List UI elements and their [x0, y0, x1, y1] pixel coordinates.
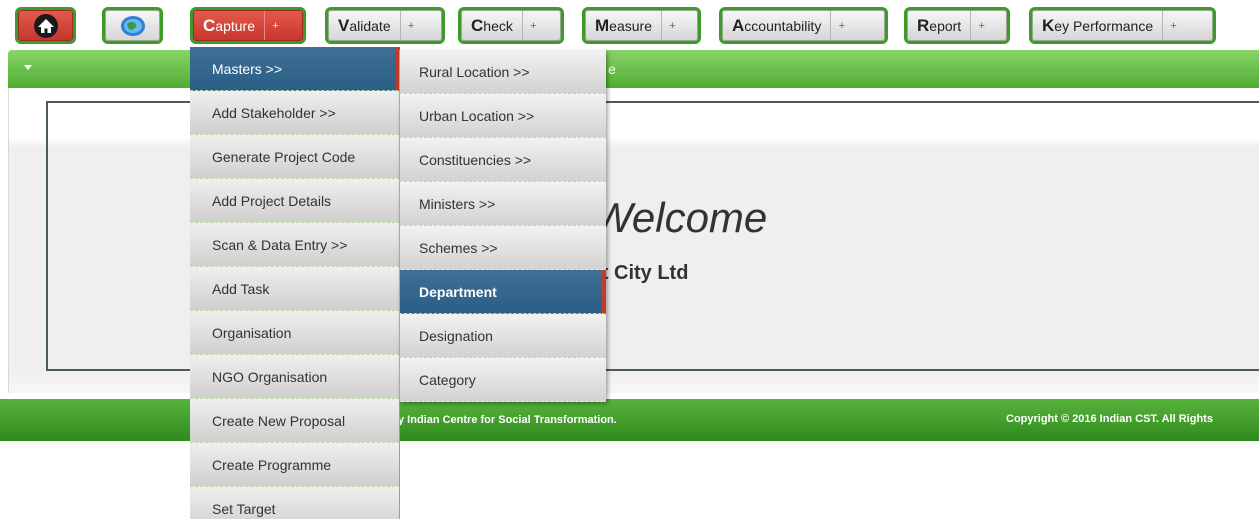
- menu-item-organisation[interactable]: Organisation: [190, 311, 400, 355]
- submenu-item-category[interactable]: Category: [399, 358, 606, 402]
- home-icon: [33, 13, 58, 38]
- nav-check-initial: C: [471, 15, 484, 35]
- nav-report-label: eport: [929, 17, 962, 34]
- welcome-title: Welcome: [593, 194, 768, 241]
- home-button[interactable]: [18, 10, 73, 41]
- nav-accountability-expand[interactable]: +: [830, 11, 852, 40]
- nav-capture-initial: C: [203, 15, 216, 35]
- menu-item-create-programme[interactable]: Create Programme: [190, 443, 400, 487]
- submenu-item-rural-location[interactable]: Rural Location >>: [399, 50, 606, 94]
- breadcrumb-text: e: [608, 61, 616, 77]
- nav-validate[interactable]: Validate +: [328, 10, 442, 41]
- menu-item-add-stakeholder[interactable]: Add Stakeholder >>: [190, 91, 400, 135]
- menu-item-ngo-organisation[interactable]: NGO Organisation: [190, 355, 400, 399]
- submenu-item-department[interactable]: Department: [399, 270, 606, 314]
- masters-submenu: Rural Location >> Urban Location >> Cons…: [399, 50, 606, 402]
- nav-measure-label: easure: [609, 17, 652, 34]
- nav-key-performance-initial: K: [1042, 15, 1055, 35]
- nav-check[interactable]: Check +: [461, 10, 561, 41]
- menu-item-create-new-proposal[interactable]: Create New Proposal: [190, 399, 400, 443]
- nav-check-label: heck: [483, 17, 513, 34]
- top-navigation: Capture + Validate + Check + Measure + A…: [0, 0, 1259, 50]
- capture-dropdown: Masters >> Add Stakeholder >> Generate P…: [190, 47, 400, 519]
- footer-copyright: Copyright © 2016 Indian CST. All Rights: [1006, 413, 1213, 425]
- menu-item-generate-project-code[interactable]: Generate Project Code: [190, 135, 400, 179]
- nav-key-performance-expand[interactable]: +: [1162, 11, 1184, 40]
- company-name: rt City Ltd: [594, 262, 689, 284]
- footer-credit: y Indian Centre for Social Transformatio…: [398, 414, 617, 426]
- nav-report[interactable]: Report +: [907, 10, 1007, 41]
- submenu-item-schemes[interactable]: Schemes >>: [399, 226, 606, 270]
- nav-validate-expand[interactable]: +: [399, 11, 422, 40]
- submenu-item-designation[interactable]: Designation: [399, 314, 606, 358]
- nav-report-initial: R: [917, 15, 930, 35]
- nav-measure-expand[interactable]: +: [660, 11, 683, 40]
- nav-check-expand[interactable]: +: [521, 11, 544, 40]
- page: Capture + Validate + Check + Measure + A…: [0, 0, 1259, 519]
- menu-item-set-target[interactable]: Set Target: [190, 487, 400, 519]
- submenu-item-urban-location[interactable]: Urban Location >>: [399, 94, 606, 138]
- nav-key-performance-label: ey Performance: [1054, 17, 1154, 34]
- globe-icon: [120, 15, 145, 36]
- menu-item-masters[interactable]: Masters >>: [190, 47, 400, 91]
- nav-accountability-initial: A: [732, 15, 745, 35]
- nav-accountability[interactable]: Accountability +: [722, 10, 885, 41]
- globe-button[interactable]: [105, 10, 160, 41]
- nav-capture[interactable]: Capture +: [193, 10, 303, 41]
- caret-down-icon[interactable]: [24, 65, 32, 70]
- nav-capture-expand[interactable]: +: [263, 11, 286, 40]
- submenu-item-ministers[interactable]: Ministers >>: [399, 182, 606, 226]
- nav-validate-initial: V: [338, 15, 350, 35]
- menu-item-add-project-details[interactable]: Add Project Details: [190, 179, 400, 223]
- nav-measure[interactable]: Measure +: [585, 10, 698, 41]
- nav-capture-label: apture: [215, 17, 255, 34]
- nav-validate-label: alidate: [349, 17, 391, 34]
- submenu-item-constituencies[interactable]: Constituencies >>: [399, 138, 606, 182]
- nav-report-expand[interactable]: +: [970, 11, 992, 40]
- nav-measure-initial: M: [595, 15, 610, 35]
- footer: y Indian Centre for Social Transformatio…: [0, 399, 1259, 441]
- menu-item-scan-data-entry[interactable]: Scan & Data Entry >>: [190, 223, 400, 267]
- nav-key-performance[interactable]: Key Performance +: [1032, 10, 1213, 41]
- menu-item-add-task[interactable]: Add Task: [190, 267, 400, 311]
- nav-accountability-label: ccountability: [744, 17, 822, 34]
